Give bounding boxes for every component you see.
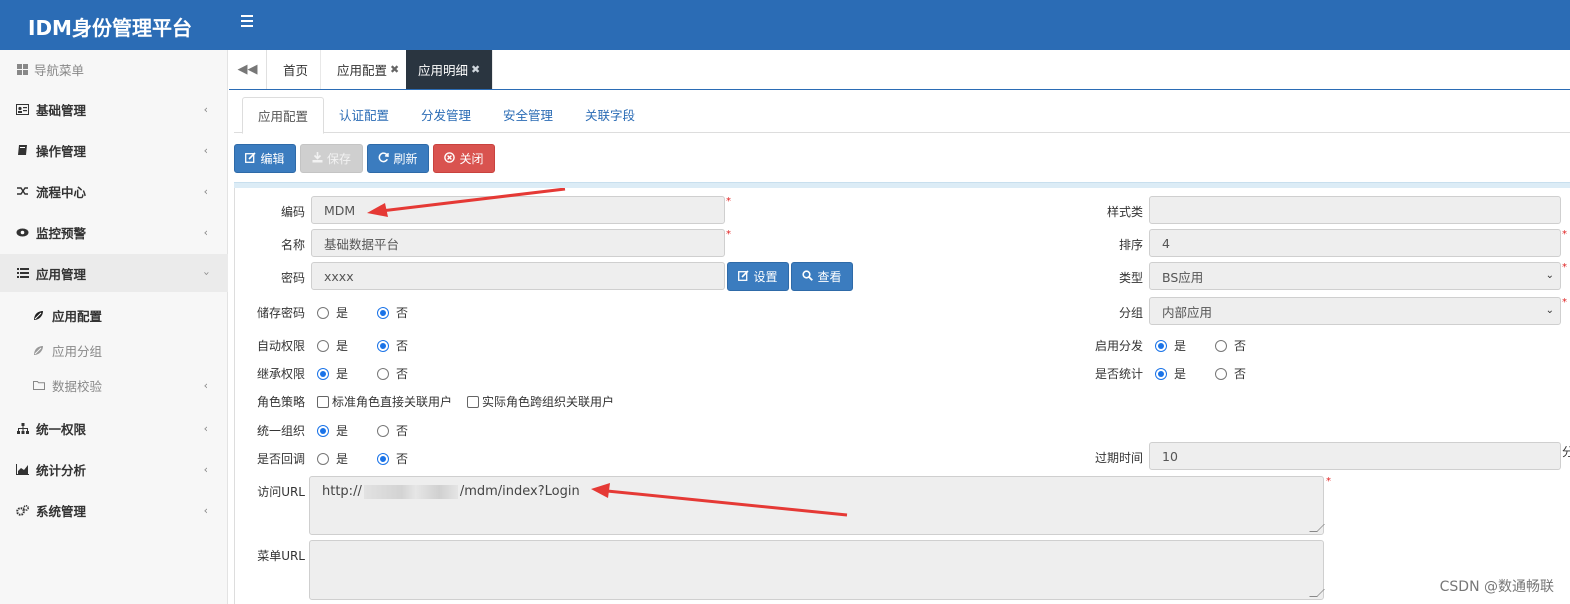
close-icon[interactable]: ✖ — [471, 63, 480, 76]
sidebar-item-workflow[interactable]: 流程中心 ‹ — [0, 172, 228, 210]
chevron-left-icon: ‹ — [203, 421, 208, 435]
sidebar-item-label: 应用管理 — [36, 266, 87, 282]
refresh-button[interactable]: 刷新 — [367, 144, 429, 173]
close-circle-icon — [444, 151, 456, 166]
chevron-left-icon: ‹ — [203, 184, 208, 198]
refresh-button-label: 刷新 — [393, 152, 418, 166]
top-header: IDM身份管理平台 — [0, 0, 1570, 50]
app-config-form: 编码 MDM * 名称 基础数据平台 * 密码 xxxx 设置 查看 储存密码 … — [234, 188, 1570, 604]
tab-home[interactable]: 首页 — [271, 50, 322, 89]
menu-toggle-icon[interactable] — [241, 15, 253, 29]
close-button-label: 关闭 — [459, 152, 484, 166]
sidebar-item-unified-permission[interactable]: 统一权限 ‹ — [0, 409, 228, 447]
sitemap-icon — [16, 422, 29, 435]
sidebar-subitem-app-config[interactable]: 应用配置 — [0, 296, 228, 334]
chevron-left-icon: ‹ — [203, 225, 208, 239]
sidebar-item-statistics[interactable]: 统计分析 ‹ — [0, 450, 228, 488]
grid-icon — [16, 63, 29, 76]
annotation-arrows — [367, 188, 848, 517]
sidebar-item-monitor[interactable]: 监控预警 ‹ — [0, 213, 228, 251]
subtab-security[interactable]: 安全管理 — [488, 96, 568, 133]
sidebar-item-basic[interactable]: 基础管理 ‹ — [0, 90, 228, 128]
sidebar-item-label: 操作管理 — [36, 143, 87, 159]
sidebar-item-label: 基础管理 — [36, 102, 87, 118]
sidebar-item-label: 统一权限 — [36, 421, 87, 437]
edit-icon — [245, 151, 257, 166]
tab-label: 首页 — [283, 63, 309, 78]
sidebar-subitem-app-group[interactable]: 应用分组 — [0, 331, 228, 369]
list-icon — [16, 267, 29, 280]
folder-icon — [32, 379, 45, 392]
sidebar-header-label: 导航菜单 — [34, 62, 85, 78]
sidebar-item-label: 统计分析 — [36, 462, 87, 478]
sidebar-subitem-label: 应用配置 — [52, 308, 103, 324]
chevron-left-icon: ‹ — [203, 503, 208, 517]
area-chart-icon — [16, 463, 29, 476]
sidebar: 导航菜单 基础管理 ‹ 操作管理 ‹ 流程中心 ‹ 监控预警 ‹ 应用管理 ‹ … — [0, 50, 228, 604]
sidebar-subitem-label: 数据校验 — [52, 378, 103, 394]
shuffle-icon — [16, 185, 29, 198]
id-card-icon — [16, 103, 29, 116]
detail-subtabs: 应用配置 认证配置 分发管理 安全管理 关联字段 — [234, 96, 1570, 134]
sidebar-item-label: 系统管理 — [36, 503, 87, 519]
subtab-distribution[interactable]: 分发管理 — [406, 96, 486, 133]
leaf-icon — [32, 344, 45, 357]
save-button[interactable]: 保存 — [300, 144, 363, 173]
book-icon — [16, 144, 29, 157]
subtab-app-config[interactable]: 应用配置 — [242, 97, 325, 134]
close-icon[interactable]: ✖ — [390, 63, 399, 76]
refresh-icon — [378, 151, 390, 166]
app-title: IDM身份管理平台 — [28, 16, 192, 40]
tab-label: 应用明细 — [418, 63, 469, 78]
sidebar-item-system[interactable]: 系统管理 ‹ — [0, 491, 228, 529]
tab-app-detail[interactable]: 应用明细 ✖ — [406, 50, 494, 89]
tab-scroll-left-icon[interactable]: ◀◀ — [229, 50, 267, 89]
leaf-icon — [32, 309, 45, 322]
edit-button[interactable]: 编辑 — [234, 144, 296, 173]
sidebar-subitem-data-check[interactable]: 数据校验 ‹ — [0, 366, 228, 404]
subtab-related-fields[interactable]: 关联字段 — [570, 96, 650, 133]
page-tabs: ◀◀ 首页 应用配置 ✖ 应用明细 ✖ — [229, 50, 1570, 90]
chevron-left-icon: ‹ — [203, 462, 208, 476]
download-icon — [312, 151, 323, 166]
cogs-icon — [16, 504, 29, 517]
subtab-auth-config[interactable]: 认证配置 — [324, 96, 404, 133]
tab-label: 应用配置 — [337, 63, 388, 78]
save-button-label: 保存 — [326, 152, 351, 166]
sidebar-header: 导航菜单 — [0, 50, 228, 88]
sidebar-item-label: 监控预警 — [36, 225, 87, 241]
chevron-left-icon: ‹ — [203, 378, 208, 392]
sidebar-subitem-label: 应用分组 — [52, 343, 103, 359]
edit-button-label: 编辑 — [260, 152, 285, 166]
chevron-left-icon: ‹ — [203, 143, 208, 157]
sidebar-item-label: 流程中心 — [36, 184, 87, 200]
close-button[interactable]: 关闭 — [433, 144, 495, 173]
tab-app-config[interactable]: 应用配置 ✖ — [325, 50, 413, 89]
chevron-down-icon: ‹ — [199, 270, 213, 276]
chevron-left-icon: ‹ — [203, 102, 208, 116]
sidebar-item-operation[interactable]: 操作管理 ‹ — [0, 131, 228, 169]
eye-icon — [16, 226, 29, 239]
sidebar-item-app-management[interactable]: 应用管理 ‹ — [0, 254, 228, 292]
watermark: CSDN @数通畅联 — [1439, 579, 1554, 595]
